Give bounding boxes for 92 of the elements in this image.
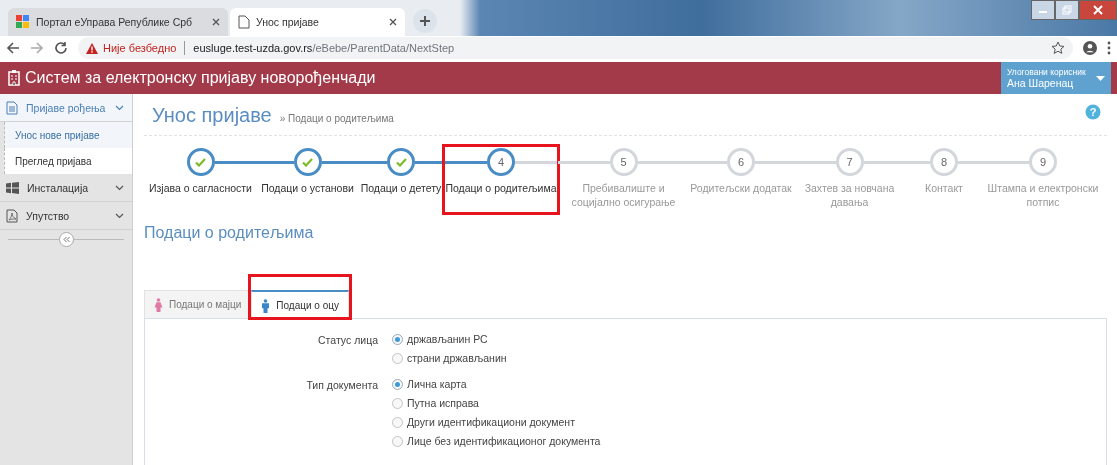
close-icon — [1093, 5, 1103, 15]
radio-option[interactable]: Лице без идентификационог документа — [392, 435, 1106, 447]
step-number: 6 — [737, 156, 745, 168]
radio-option[interactable]: Други идентификациони документ — [392, 416, 1106, 428]
radio-option[interactable]: Путна исправа — [392, 397, 1106, 409]
step-label: Подаци о детету — [360, 181, 442, 195]
account-icon[interactable] — [1083, 41, 1097, 55]
section-title: Подаци о родитељима — [144, 223, 315, 243]
radio-button[interactable] — [392, 397, 403, 409]
field-label: Тип документа — [305, 378, 378, 393]
chevron-icon — [115, 212, 124, 219]
step-label: Пребивалиште и социјално осигурање — [570, 181, 677, 209]
browser-tab[interactable]: Унос пријаве — [230, 8, 405, 36]
sidebar-label: Упутство — [26, 209, 71, 222]
breadcrumb: » Подаци о родитељима — [279, 113, 394, 126]
page-icon — [238, 15, 250, 29]
step-label: Захтев за новчана давања — [803, 181, 896, 209]
step-label: Подаци о установи — [261, 181, 354, 195]
close-icon[interactable] — [212, 18, 220, 26]
double-chevron-icon — [62, 235, 70, 243]
page-title: Унос пријаве — [152, 104, 272, 127]
new-tab-button[interactable] — [413, 9, 437, 33]
url-host: eusluge.test-uzda.gov.rs — [193, 42, 313, 54]
step-number: 9 — [1039, 156, 1047, 168]
chevron-icon — [115, 104, 124, 111]
woman-icon — [154, 297, 163, 312]
building-icon — [8, 70, 20, 86]
sidebar-subitem[interactable]: Унос нове пријаве — [4, 122, 132, 148]
chevron-icon — [115, 184, 124, 191]
address-bar[interactable]: Није безбедно eusluge.test-uzda.gov.rs/eBebe/ParentData/NextStep — [78, 37, 1073, 59]
user-label: Улоговани корисник — [1007, 67, 1087, 77]
step-circle[interactable]: 8 — [930, 148, 958, 176]
sidebar-item[interactable]: Упутство — [0, 202, 132, 230]
sidebar-label: Инсталација — [27, 181, 90, 194]
plus-icon — [419, 15, 431, 27]
check-icon — [195, 157, 206, 167]
sidebar-subitem[interactable]: Преглед пријава — [4, 148, 132, 174]
step-circle[interactable] — [293, 148, 322, 176]
tab-title: Унос пријаве — [256, 16, 320, 28]
step-circle[interactable] — [186, 148, 215, 176]
radio-option[interactable]: страни држављанин — [392, 352, 1106, 364]
step-label: Подаци о родитељима — [445, 181, 557, 195]
radio-button[interactable] — [392, 352, 403, 364]
url-path: /eBebe/ParentData/NextStep — [312, 42, 455, 54]
menu-icon[interactable] — [1107, 41, 1111, 55]
step-label: Штампа и електронски потпис — [986, 181, 1100, 209]
windows-icon — [6, 181, 19, 194]
sidebar-item[interactable]: Пријаве рођења — [0, 94, 132, 122]
step-number: 8 — [940, 156, 948, 168]
browser-tab[interactable]: Портал еУправа Републике Срб — [8, 8, 228, 36]
radio-button[interactable] — [392, 378, 403, 390]
check-icon — [395, 157, 407, 167]
favicon-icon — [16, 15, 30, 29]
pdf-icon — [6, 208, 18, 223]
sidebar-label: Пријаве рођења — [26, 101, 107, 114]
security-label: Није безбедно — [103, 42, 177, 54]
caret-icon — [1096, 75, 1105, 81]
step-circle[interactable]: 4 — [487, 148, 515, 176]
radio-button[interactable] — [392, 416, 403, 428]
man-icon — [261, 298, 271, 313]
radio-option[interactable]: држављанин РС — [392, 333, 1106, 345]
step-label: Изјава о сагласности — [149, 181, 252, 195]
step-number: 7 — [846, 156, 853, 168]
field-label: Статус лица — [317, 333, 378, 348]
step-number: 4 — [497, 156, 505, 168]
check-icon — [302, 157, 313, 167]
user-name: Ана Шаренац — [1007, 77, 1075, 89]
radio-button[interactable] — [392, 333, 403, 345]
radio-option[interactable]: Лична карта — [392, 378, 1106, 390]
close-button[interactable] — [1079, 0, 1117, 20]
warning-icon — [86, 42, 98, 54]
step-circle[interactable]: 6 — [727, 148, 755, 176]
back-icon[interactable] — [6, 41, 20, 55]
close-icon[interactable] — [389, 18, 397, 26]
tab-title: Портал еУправа Републике Срб — [36, 16, 194, 28]
step-number: 5 — [620, 156, 627, 168]
radio-button[interactable] — [392, 435, 403, 447]
document-icon — [6, 100, 18, 115]
star-icon[interactable] — [1051, 41, 1065, 55]
restore-icon — [1062, 5, 1072, 15]
step-circle[interactable]: 7 — [835, 148, 864, 176]
step-label: Родитељски додатак — [690, 181, 792, 195]
step-label: Контакт — [925, 181, 963, 195]
form-tab[interactable]: Подаци о оцу — [251, 290, 349, 319]
app-title: Систем за електронску пријаву новорођенчади — [25, 69, 377, 87]
reload-icon[interactable] — [54, 41, 68, 55]
sidebar-item[interactable]: Инсталација — [0, 174, 132, 202]
step-circle[interactable]: 9 — [1029, 148, 1057, 176]
maximize-button[interactable] — [1055, 0, 1079, 20]
minimize-button[interactable] — [1031, 0, 1055, 20]
step-circle[interactable] — [387, 148, 415, 176]
step-circle[interactable]: 5 — [609, 148, 638, 176]
